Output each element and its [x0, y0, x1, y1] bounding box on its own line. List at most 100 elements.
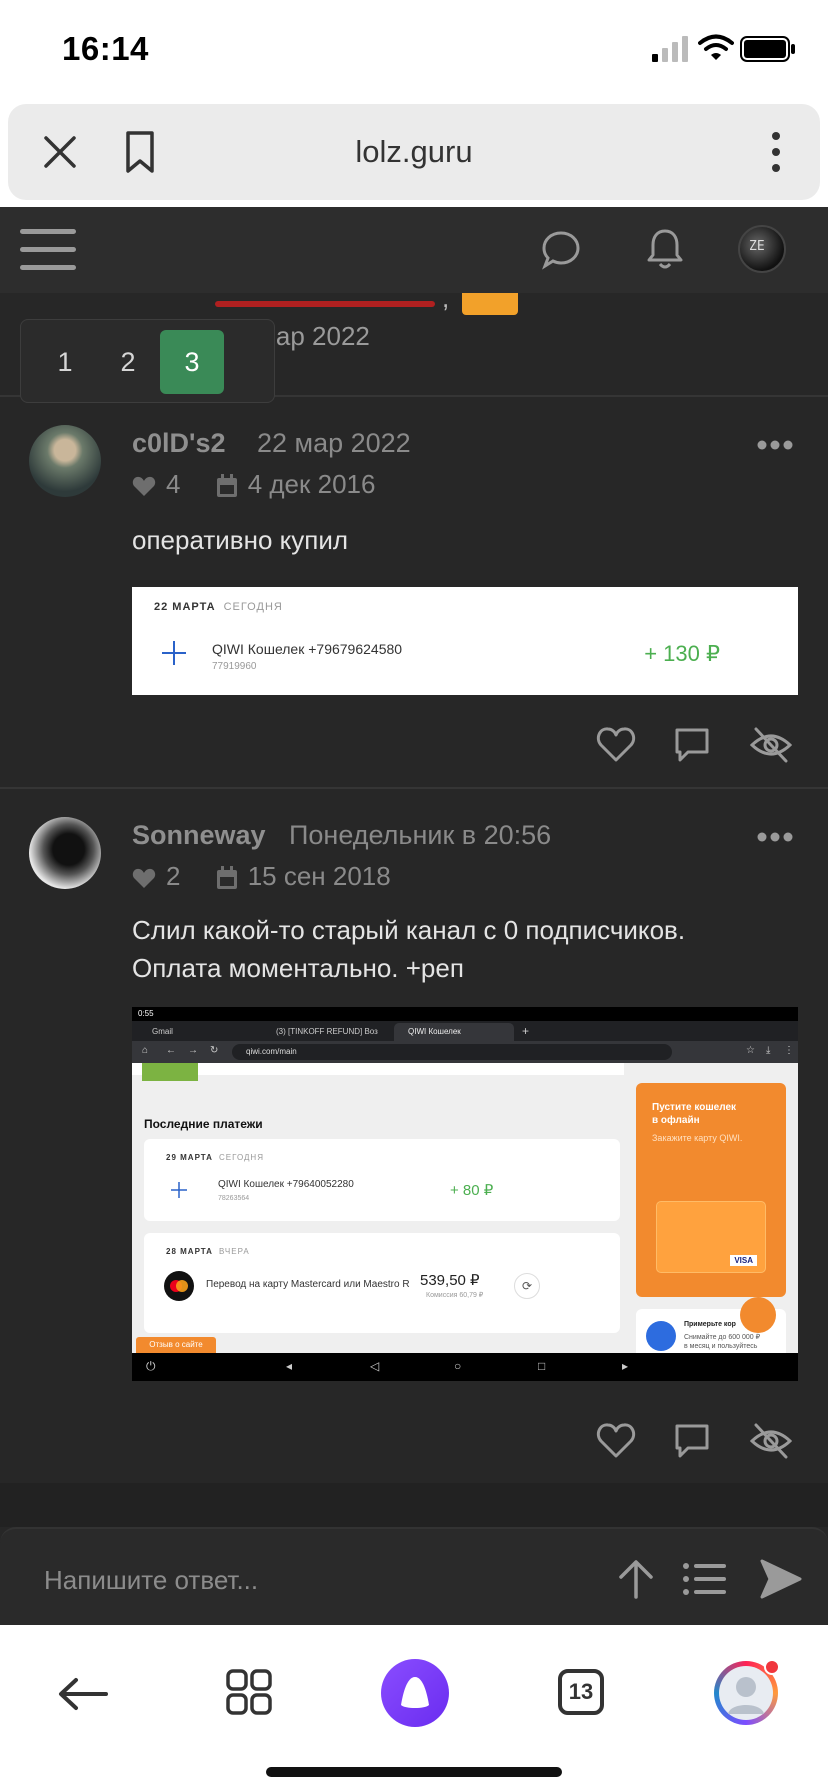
page-1-button[interactable]: 1: [33, 330, 97, 394]
card1-header: 29 МАРТА СЕГОДНЯ: [166, 1153, 264, 1162]
screenshot-top-strip: [132, 1063, 624, 1075]
post-author-meta: 2 15 сен 2018: [132, 861, 391, 892]
post-date[interactable]: 22 мар 2022: [257, 428, 411, 459]
screenshot-promo-card: Пустите кошелек в офлайн Закажите карту Q…: [636, 1083, 786, 1297]
screenshot-star-icon: ☆: [746, 1045, 755, 1056]
qiwi-receipt-image[interactable]: 22 МАРТА СЕГОДНЯ QIWI Кошелек +7967962458…: [132, 587, 798, 695]
card1-title: QIWI Кошелек +79640052280: [218, 1179, 354, 1190]
likes-count: 2: [166, 861, 181, 891]
post-username[interactable]: Sonneway: [132, 820, 266, 851]
card1-amount: + 80 ₽: [450, 1182, 494, 1199]
reply-bar: Напишите ответ...: [0, 1527, 828, 1625]
screenshot-status-bar: 0:55: [132, 1007, 798, 1021]
like-heart-icon[interactable]: [596, 725, 636, 763]
post-date[interactable]: Понедельник в 20:56: [289, 820, 551, 851]
send-icon[interactable]: [760, 1559, 802, 1599]
like-heart-icon[interactable]: [596, 1421, 636, 1459]
battery-icon: [740, 36, 795, 62]
reply-comment-icon[interactable]: [674, 1423, 710, 1459]
status-bar: 16:14: [0, 0, 828, 100]
mastercard-icon: [164, 1271, 194, 1301]
screenshot-download-icon: ⤓: [766, 1045, 771, 1056]
hide-eye-icon[interactable]: [750, 1421, 792, 1461]
screenshot-green-thumbnail: [142, 1063, 198, 1081]
page-navigation: 1 2 3: [20, 319, 275, 403]
forum-page: ZE , мар 2022 1 2 3 c0lD's2 22 мар 2022 …: [0, 207, 828, 1625]
registration-date: 4 дек 2016: [247, 469, 376, 499]
wifi-icon: [698, 34, 734, 60]
forum-header: ZE: [0, 207, 828, 293]
screenshot-volume-icon: ◂: [286, 1359, 293, 1373]
likes-count: 4: [166, 469, 181, 499]
visa-logo: VISA: [730, 1255, 757, 1266]
post-username[interactable]: c0lD's2: [132, 428, 226, 459]
screenshot-url: qiwi.com/main: [232, 1044, 672, 1060]
card2-header: 28 МАРТА ВЧЕРА: [166, 1247, 250, 1256]
page-footer-gap: [0, 1483, 828, 1527]
apps-grid-icon[interactable]: [226, 1669, 272, 1715]
page-2-button[interactable]: 2: [96, 330, 160, 394]
screenshot-android-navbar: ⏻ ◂ ◁ ○ □ ▸: [132, 1353, 798, 1381]
tabs-counter-button[interactable]: 13: [558, 1669, 604, 1715]
screenshot-tab-tinkoff: (3) [TINKOFF REFUND] Воз: [276, 1027, 378, 1036]
post-author-avatar[interactable]: [29, 425, 101, 497]
repeat-icon: ⟳: [514, 1273, 540, 1299]
browser-bottom-nav: 13: [0, 1625, 828, 1792]
plus-icon: [171, 1182, 187, 1198]
list-icon[interactable]: [682, 1561, 726, 1597]
status-time: 16:14: [62, 30, 149, 67]
post-author-meta: 4 4 дек 2016: [132, 469, 375, 500]
profile-placeholder-icon: [719, 1666, 773, 1720]
screenshot-payment-card-1: 29 МАРТА СЕГОДНЯ QIWI Кошелек +7964005228…: [144, 1139, 620, 1221]
heart-icon: [132, 477, 156, 497]
conversations-icon[interactable]: [540, 229, 582, 271]
crown-icon: [646, 1321, 676, 1351]
screenshot-new-tab-icon: +: [522, 1024, 530, 1038]
more-horizontal-icon[interactable]: [756, 439, 794, 451]
notification-dot: [764, 1659, 780, 1675]
screenshot-tab-strip: Gmail (3) [TINKOFF REFUND] Воз QIWI Коше…: [132, 1021, 798, 1041]
receipt-id: 77919960: [212, 661, 257, 672]
alice-icon: [401, 1677, 429, 1708]
notifications-bell-icon[interactable]: [645, 227, 685, 271]
plus-icon: [162, 641, 186, 665]
url-domain[interactable]: lolz.guru: [8, 134, 820, 170]
post-text-line-1: Слил какой-то старый канал с 0 подписчик…: [132, 915, 686, 945]
profile-avatar-button[interactable]: [714, 1659, 780, 1725]
home-indicator[interactable]: [266, 1767, 562, 1777]
back-arrow-icon[interactable]: [58, 1677, 108, 1711]
more-vertical-icon[interactable]: [766, 130, 786, 174]
browser-address-bar[interactable]: lolz.guru: [8, 104, 820, 200]
promo2-title: Примерьте кор: [684, 1321, 736, 1328]
screenshot-section-title: Последние платежи: [144, 1117, 263, 1131]
post-actions: [596, 1421, 796, 1465]
screenshot-volume-up-icon: ▸: [622, 1359, 629, 1373]
qiwi-screenshot-image[interactable]: 0:55 Gmail (3) [TINKOFF REFUND] Воз QIWI…: [132, 1007, 798, 1381]
arrow-up-icon[interactable]: [616, 1559, 656, 1599]
promo2-text: Снимайте до 600 000 ₽ в месяц и пользуйте…: [684, 1334, 761, 1350]
post-actions: [596, 725, 796, 769]
hamburger-menu-icon[interactable]: [20, 225, 76, 275]
calendar-icon: [216, 474, 237, 498]
promo-subtitle: Закажите карту QIWI.: [652, 1133, 743, 1143]
page-3-button[interactable]: 3: [160, 330, 224, 394]
reply-comment-icon[interactable]: [674, 727, 710, 763]
screenshot-tab-qiwi: QIWI Кошелек: [394, 1023, 514, 1041]
receipt-title: QIWI Кошелек +79679624580: [212, 641, 403, 657]
card2-title: Перевод на карту Mastercard или Maestro …: [206, 1279, 410, 1290]
post-sonneway: Sonneway Понедельник в 20:56 2 15 сен 20…: [0, 789, 828, 1489]
hide-eye-icon[interactable]: [750, 725, 792, 765]
card2-fee: Комиссия 60,79 ₽: [426, 1292, 484, 1299]
screenshot-tab-gmail: Gmail: [152, 1027, 173, 1036]
screenshot-back-icon: ◁: [370, 1359, 380, 1373]
cellular-signal-icon: [652, 36, 688, 62]
receipt-date-header: 22 МАРТА СЕГОДНЯ: [154, 601, 283, 613]
screenshot-omnibox: ⌂ ← → ↻ qiwi.com/main ☆ ⤓ ⋮: [132, 1041, 798, 1063]
alice-assistant-button[interactable]: [381, 1659, 449, 1727]
more-horizontal-icon[interactable]: [756, 831, 794, 843]
reply-input[interactable]: Напишите ответ...: [44, 1565, 258, 1596]
screenshot-back-icon: ←: [166, 1045, 176, 1056]
registration-date: 15 сен 2018: [247, 861, 391, 891]
user-avatar[interactable]: ZE: [738, 225, 786, 273]
post-author-avatar[interactable]: [29, 817, 101, 889]
